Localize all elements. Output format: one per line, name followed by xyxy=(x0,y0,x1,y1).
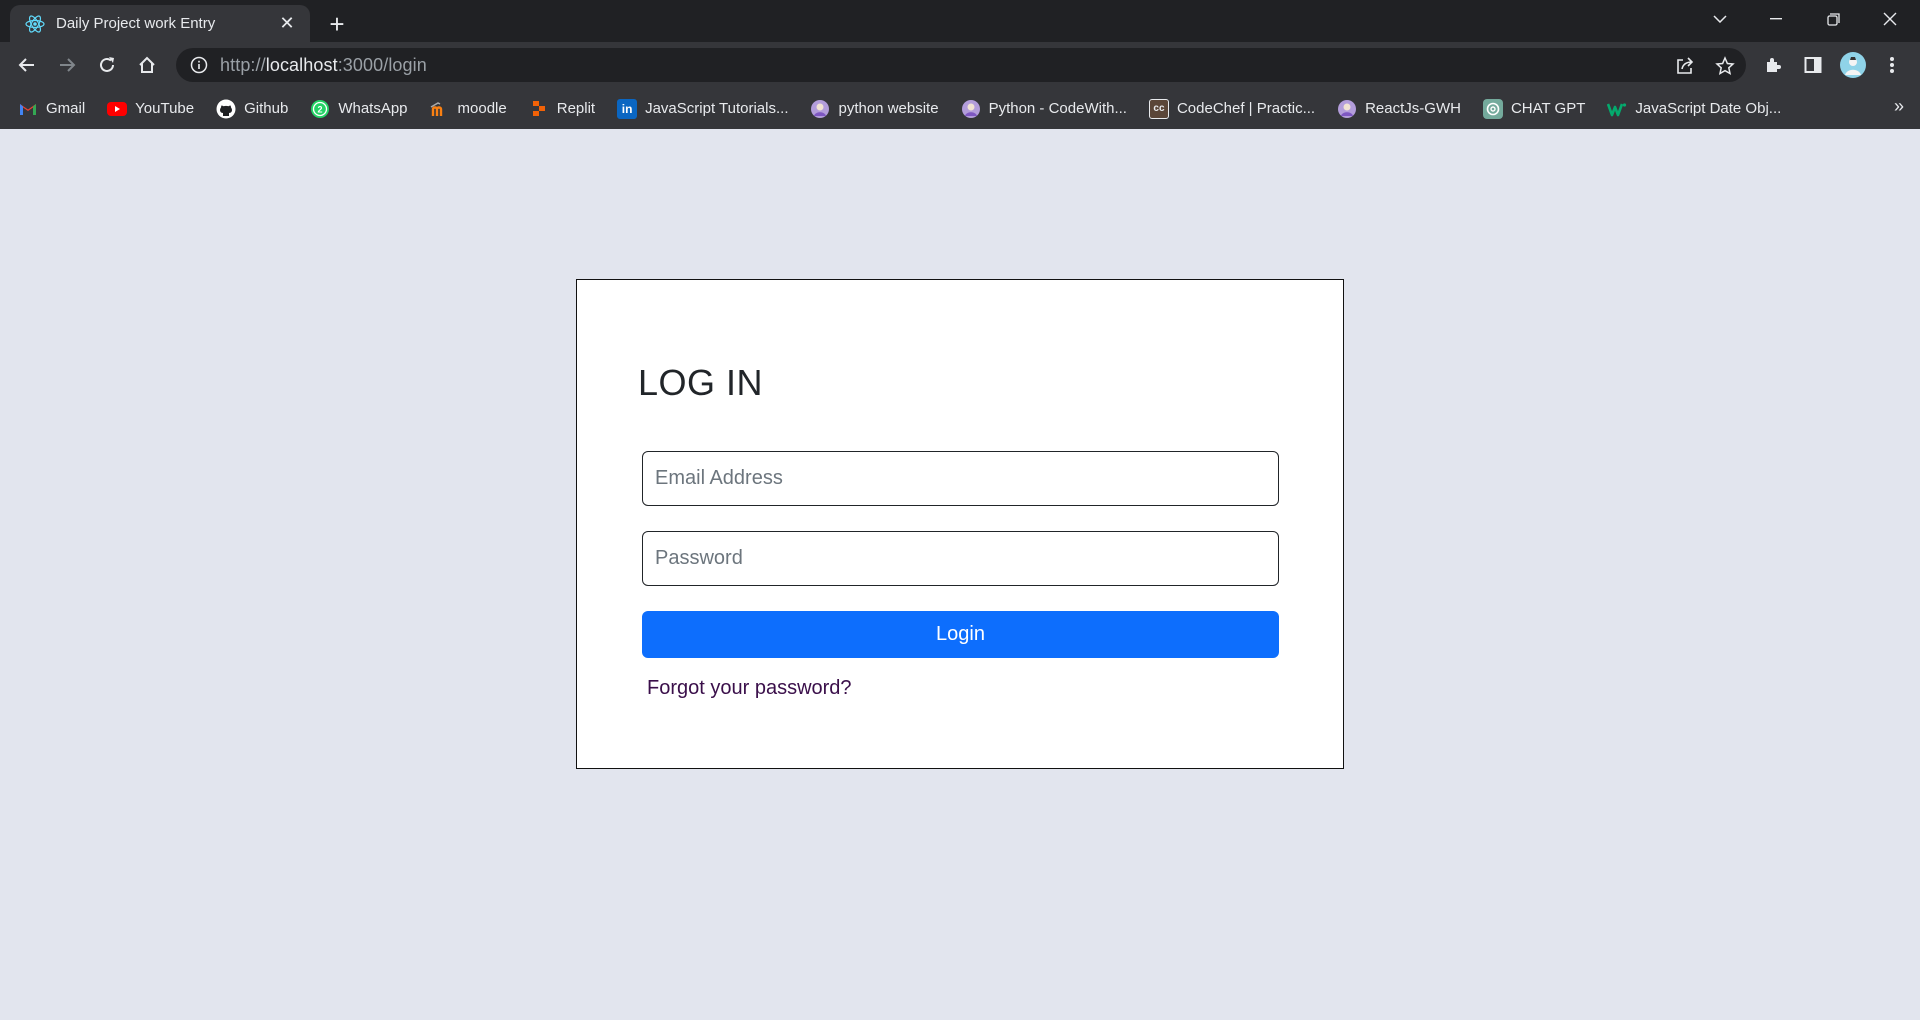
whatsapp-icon: 2 xyxy=(310,99,330,119)
bookmark-label: Python - CodeWith... xyxy=(988,100,1127,117)
browser-chrome: Daily Project work Entry ✕ + http://loca… xyxy=(0,0,1920,129)
chatgpt-icon xyxy=(1482,98,1503,119)
bookmark-label: CHAT GPT xyxy=(1510,100,1586,117)
linkedin-icon: in xyxy=(617,98,638,119)
bookmark-label: JavaScript Tutorials... xyxy=(645,100,789,117)
bookmark-label: Replit xyxy=(556,100,596,117)
address-bar[interactable]: http://localhost:3000/login xyxy=(176,48,1746,82)
bookmark-label: WhatsApp xyxy=(338,100,408,117)
menu-icon[interactable] xyxy=(1876,49,1908,81)
react-icon xyxy=(24,13,46,35)
page-title: LOG IN xyxy=(638,362,764,403)
login-button[interactable]: Login xyxy=(642,611,1279,658)
codechef-icon: cc xyxy=(1148,98,1169,119)
avatar-icon xyxy=(810,99,830,119)
bookmark-gmail[interactable]: Gmail xyxy=(18,94,95,124)
bookmark-label: python website xyxy=(838,100,939,117)
youtube-icon xyxy=(107,99,128,119)
bookmark-label: YouTube xyxy=(135,100,195,117)
bookmark-youtube[interactable]: YouTube xyxy=(107,94,204,124)
bookmark-label: CodeChef | Practic... xyxy=(1176,100,1316,117)
close-window-button[interactable] xyxy=(1862,0,1918,38)
bookmark-whatsapp[interactable]: 2 WhatsApp xyxy=(310,94,417,124)
forgot-password-link[interactable]: Forgot your password? xyxy=(647,677,852,700)
url-host: localhost xyxy=(265,54,338,75)
bookmark-label: Github xyxy=(244,100,289,117)
bookmark-replit[interactable]: Replit xyxy=(529,94,605,124)
bookmark-label: ReactJs-GWH xyxy=(1365,100,1461,117)
bookmark-python-website[interactable]: python website xyxy=(810,94,948,124)
bookmarks-bar: Gmail YouTube Github 2 WhatsApp moodle R… xyxy=(0,88,1920,129)
bookmark-chat-gpt[interactable]: CHAT GPT xyxy=(1482,94,1595,124)
chevron-more-icon[interactable]: » xyxy=(1894,96,1904,117)
avatar-icon xyxy=(961,99,981,119)
extensions-icon[interactable] xyxy=(1757,49,1789,81)
new-tab-button[interactable]: + xyxy=(322,9,352,39)
email-field[interactable] xyxy=(642,451,1279,506)
password-field[interactable] xyxy=(642,531,1279,586)
minimize-button[interactable] xyxy=(1748,0,1804,38)
close-icon[interactable]: ✕ xyxy=(276,13,298,35)
side-panel-icon[interactable] xyxy=(1797,49,1829,81)
back-icon[interactable] xyxy=(11,49,43,81)
bookmark-label: moodle xyxy=(457,100,507,117)
avatar[interactable] xyxy=(1837,49,1869,81)
bookmark-star-icon[interactable] xyxy=(1714,55,1736,77)
avatar-icon xyxy=(1337,99,1357,119)
bookmark-github[interactable]: Github xyxy=(216,94,298,124)
tab-strip: Daily Project work Entry ✕ + xyxy=(0,0,1920,42)
w3schools-icon xyxy=(1607,99,1627,119)
reload-icon[interactable] xyxy=(91,49,123,81)
bookmark-codechef[interactable]: cc CodeChef | Practic... xyxy=(1148,94,1325,124)
bookmark-label: JavaScript Date Obj... xyxy=(1635,100,1782,117)
browser-toolbar: http://localhost:3000/login xyxy=(0,42,1920,88)
url-path: :3000/login xyxy=(337,54,427,75)
url-scheme: http:// xyxy=(220,54,266,75)
github-icon xyxy=(216,99,236,119)
tab-active[interactable]: Daily Project work Entry ✕ xyxy=(10,5,310,42)
bookmark-javascript-date[interactable]: JavaScript Date Obj... xyxy=(1607,94,1791,124)
tab-title: Daily Project work Entry xyxy=(56,15,216,32)
restore-button[interactable] xyxy=(1805,0,1861,38)
bookmark-label: Gmail xyxy=(46,100,86,117)
tab-search-icon[interactable] xyxy=(1692,0,1748,38)
replit-icon xyxy=(529,99,549,119)
site-info-icon[interactable] xyxy=(190,56,208,74)
moodle-icon xyxy=(430,99,450,119)
svg-text:2: 2 xyxy=(318,104,323,114)
bookmark-reactjs-gwh[interactable]: ReactJs-GWH xyxy=(1337,94,1471,124)
home-icon[interactable] xyxy=(131,49,163,81)
bookmark-javascript-tutorials[interactable]: in JavaScript Tutorials... xyxy=(617,94,798,124)
share-icon[interactable] xyxy=(1674,55,1696,77)
url-text: http://localhost:3000/login xyxy=(220,55,427,76)
bookmark-python-codewith[interactable]: Python - CodeWith... xyxy=(961,94,1137,124)
bookmark-moodle[interactable]: moodle xyxy=(430,94,517,124)
forward-icon[interactable] xyxy=(51,49,83,81)
login-card: LOG IN Login Forgot your password? xyxy=(576,279,1344,769)
gmail-icon xyxy=(18,99,38,119)
